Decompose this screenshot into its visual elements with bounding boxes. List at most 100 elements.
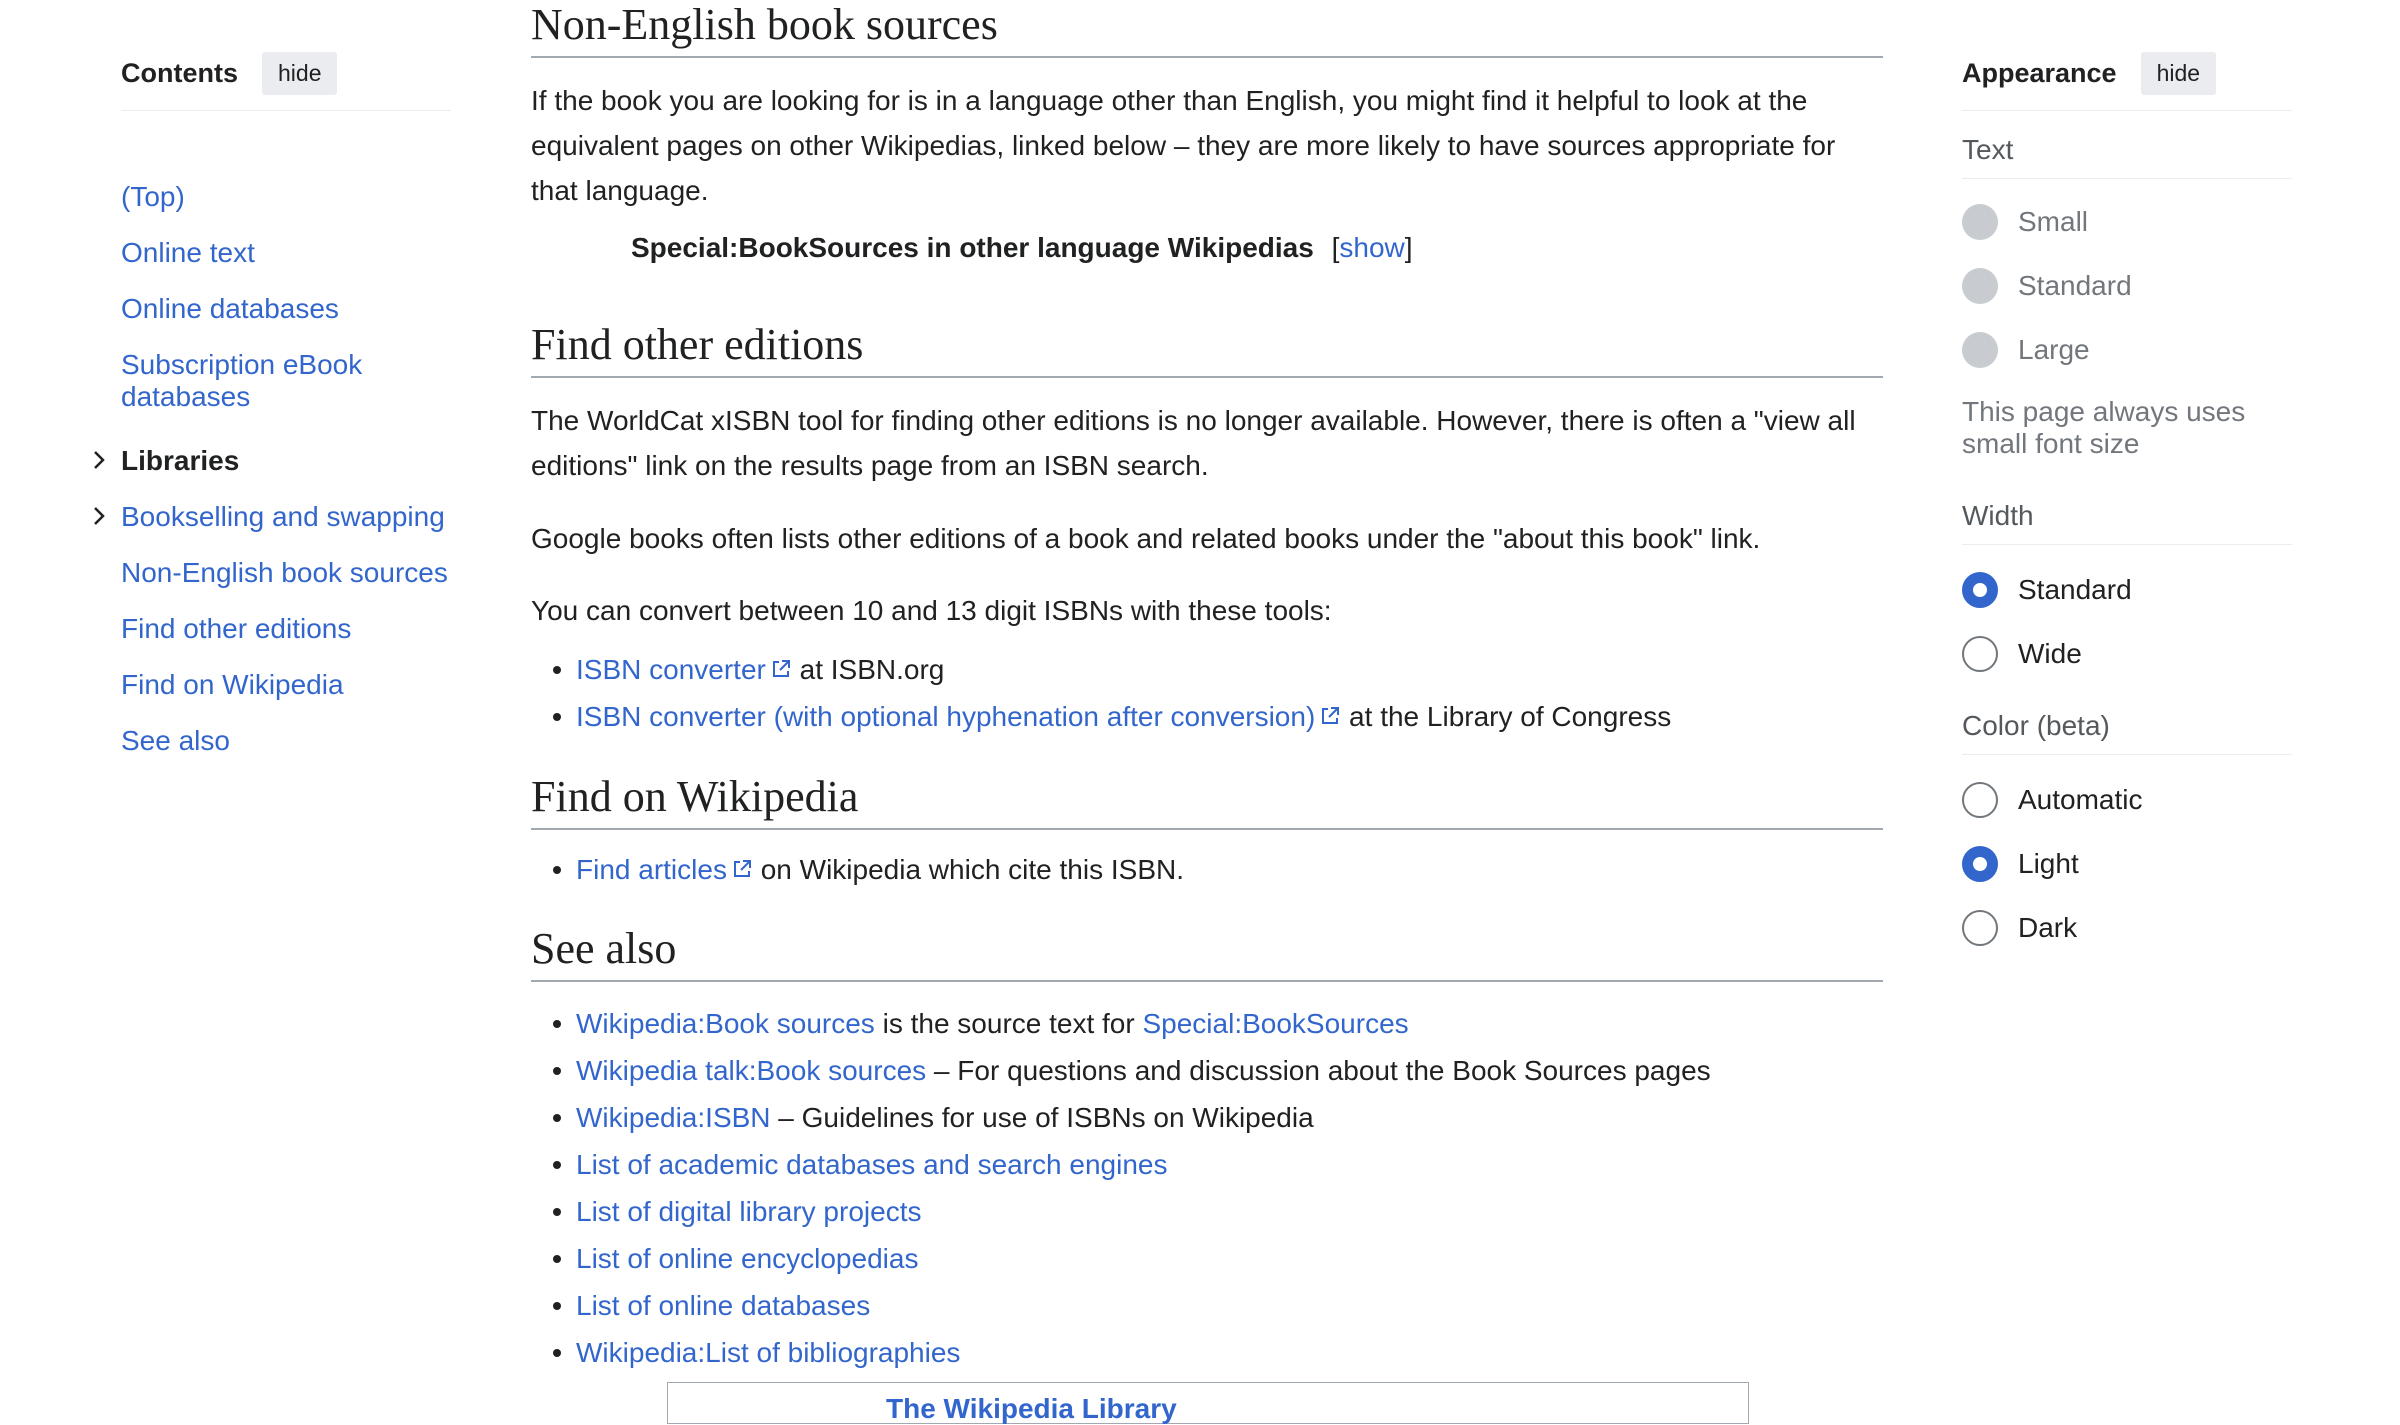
list-item: Wikipedia:Book sources is the source tex… (531, 1000, 1883, 1047)
width-option-wide[interactable]: Wide (1962, 634, 2082, 674)
text-size-note: This page always uses small font size (1962, 396, 2246, 459)
isbn-guidelines-link[interactable]: Wikipedia:ISBN (576, 1102, 771, 1133)
list-item: Wikipedia:ISBN – Guidelines for use of I… (531, 1094, 1883, 1141)
toc-title: Contents (121, 57, 238, 88)
see-also-link[interactable]: Wikipedia:List of bibliographies (576, 1337, 960, 1368)
radio-unchecked[interactable] (1962, 782, 1998, 818)
list-item: List of online databases (531, 1282, 1883, 1329)
list-item-text: – Guidelines for use of ISBNs on Wikiped… (770, 1102, 1314, 1133)
other-editions-paragraph-3: You can convert between 10 and 13 digit … (531, 595, 1332, 626)
toc-link[interactable]: (Top) (121, 181, 185, 212)
external-link-icon (1322, 707, 1340, 724)
toc-link[interactable]: Online text (121, 237, 255, 268)
other-editions-paragraph-2: Google books often lists other editions … (531, 523, 1761, 554)
toc-link[interactable]: Bookselling and swapping (121, 501, 445, 532)
radio-label: Standard (2018, 574, 2132, 605)
isbn-converter-link[interactable]: ISBN converter (576, 654, 766, 685)
radio-disabled[interactable] (1962, 268, 1998, 304)
section-heading-other-editions: Find other editions (531, 320, 1883, 378)
isbn-converter-loc-link[interactable]: ISBN converter (with optional hyphenatio… (576, 701, 1315, 732)
list-item: Wikipedia:List of bibliographies (531, 1329, 1883, 1376)
other-editions-paragraph-1: The WorldCat xISBN tool for finding othe… (531, 405, 1856, 481)
radio-label: Large (2018, 334, 2090, 365)
table-of-contents: Contents hide (Top) Online text Online d… (94, 50, 451, 756)
radio-disabled[interactable] (1962, 204, 1998, 240)
radio-unchecked[interactable] (1962, 910, 1998, 946)
toc-link[interactable]: See also (121, 725, 230, 756)
wikipedia-library-navbox: The Wikipedia Library (667, 1382, 1749, 1424)
see-also-link[interactable]: List of online databases (576, 1290, 870, 1321)
toc-item-top[interactable]: (Top) (121, 181, 451, 213)
radio-checked[interactable] (1962, 846, 1998, 882)
color-option-automatic[interactable]: Automatic (1962, 780, 2143, 820)
section-heading-non-english: Non-English book sources (531, 0, 1883, 58)
toc-item-see-also[interactable]: See also (121, 725, 451, 757)
toc-link[interactable]: Online databases (121, 293, 339, 324)
radio-unchecked[interactable] (1962, 636, 1998, 672)
appearance-hide-button[interactable]: hide (2140, 51, 2217, 95)
toc-hide-button[interactable]: hide (262, 51, 338, 95)
list-item-text: is the source text for (874, 1008, 1143, 1039)
list-item-text: – For questions and discussion about the… (926, 1055, 1711, 1086)
radio-label: Automatic (2018, 784, 2143, 815)
special-booksources-link[interactable]: Special:BookSources (1142, 1008, 1408, 1039)
see-also-link[interactable]: List of online encyclopedias (576, 1243, 918, 1274)
toc-item-non-english[interactable]: Non-English book sources (121, 557, 451, 589)
toc-item-online-text[interactable]: Online text (121, 237, 451, 269)
toc-item-bookselling[interactable]: Bookselling and swapping (94, 501, 451, 533)
chevron-right-icon[interactable] (89, 501, 113, 533)
show-toggle-link[interactable]: show (1339, 232, 1404, 263)
chevron-right-icon[interactable] (89, 445, 113, 477)
toc-item-other-editions[interactable]: Find other editions (121, 613, 451, 645)
external-link-icon (772, 660, 790, 677)
toc-item-find-on-wikipedia[interactable]: Find on Wikipedia (121, 669, 451, 701)
radio-label: Small (2018, 206, 2089, 237)
find-articles-link[interactable]: Find articles (576, 854, 727, 885)
find-on-wikipedia-list: Find articles on Wikipedia which cite th… (531, 846, 1883, 893)
width-label: Width (1962, 500, 2292, 545)
see-also-link[interactable]: List of digital library projects (576, 1196, 921, 1227)
appearance-title: Appearance (1962, 57, 2117, 88)
text-size-option-small[interactable]: Small (1962, 202, 2088, 242)
radio-label: Wide (2018, 638, 2082, 669)
toc-link[interactable]: Subscription eBook databases (121, 349, 362, 412)
color-label: Color (beta) (1962, 710, 2292, 755)
list-item-text: at ISBN.org (791, 654, 945, 685)
toc-item-subscription-ebook[interactable]: Subscription eBook databases (121, 349, 451, 413)
see-also-link[interactable]: List of academic databases and search en… (576, 1149, 1168, 1180)
text-size-option-standard[interactable]: Standard (1962, 266, 2132, 306)
appearance-header: Appearance hide (1962, 50, 2292, 111)
see-also-list: Wikipedia:Book sources is the source tex… (531, 1000, 1883, 1376)
toc-link[interactable]: Find on Wikipedia (121, 669, 344, 700)
radio-checked[interactable] (1962, 572, 1998, 608)
section-heading-find-on-wikipedia: Find on Wikipedia (531, 772, 1883, 830)
radio-label: Light (2018, 848, 2079, 879)
radio-disabled[interactable] (1962, 332, 1998, 368)
book-sources-talk-link[interactable]: Wikipedia talk:Book sources (576, 1055, 926, 1086)
external-link-icon (733, 860, 751, 877)
bracket-close: ] (1404, 232, 1413, 263)
booksources-box-title: Special:BookSources in other language Wi… (631, 232, 1314, 263)
list-item-text: at the Library of Congress (1341, 701, 1672, 732)
color-option-light[interactable]: Light (1962, 844, 2079, 884)
radio-label: Dark (2018, 912, 2078, 943)
list-item: Find articles on Wikipedia which cite th… (531, 846, 1883, 893)
toc-link[interactable]: Find other editions (121, 613, 351, 644)
toc-link-active[interactable]: Libraries (121, 445, 239, 476)
toc-item-online-databases[interactable]: Online databases (121, 293, 451, 325)
toc-link[interactable]: Non-English book sources (121, 557, 448, 588)
radio-label: Standard (2018, 270, 2132, 301)
text-size-option-large[interactable]: Large (1962, 330, 2090, 370)
non-english-paragraph: If the book you are looking for is in a … (531, 85, 1836, 206)
book-sources-link[interactable]: Wikipedia:Book sources (576, 1008, 875, 1039)
text-size-label: Text (1962, 134, 2292, 179)
list-item: Wikipedia talk:Book sources – For questi… (531, 1047, 1883, 1094)
section-heading-see-also: See also (531, 924, 1883, 982)
width-option-standard[interactable]: Standard (1962, 570, 2132, 610)
toc-header: Contents hide (121, 50, 451, 111)
appearance-panel: Appearance hide Text Small Standard Larg… (1962, 50, 2292, 946)
toc-item-libraries[interactable]: Libraries (94, 445, 451, 477)
list-item: ISBN converter (with optional hyphenatio… (531, 693, 1883, 740)
color-option-dark[interactable]: Dark (1962, 908, 2077, 948)
list-item-text: on Wikipedia which cite this ISBN. (752, 854, 1184, 885)
